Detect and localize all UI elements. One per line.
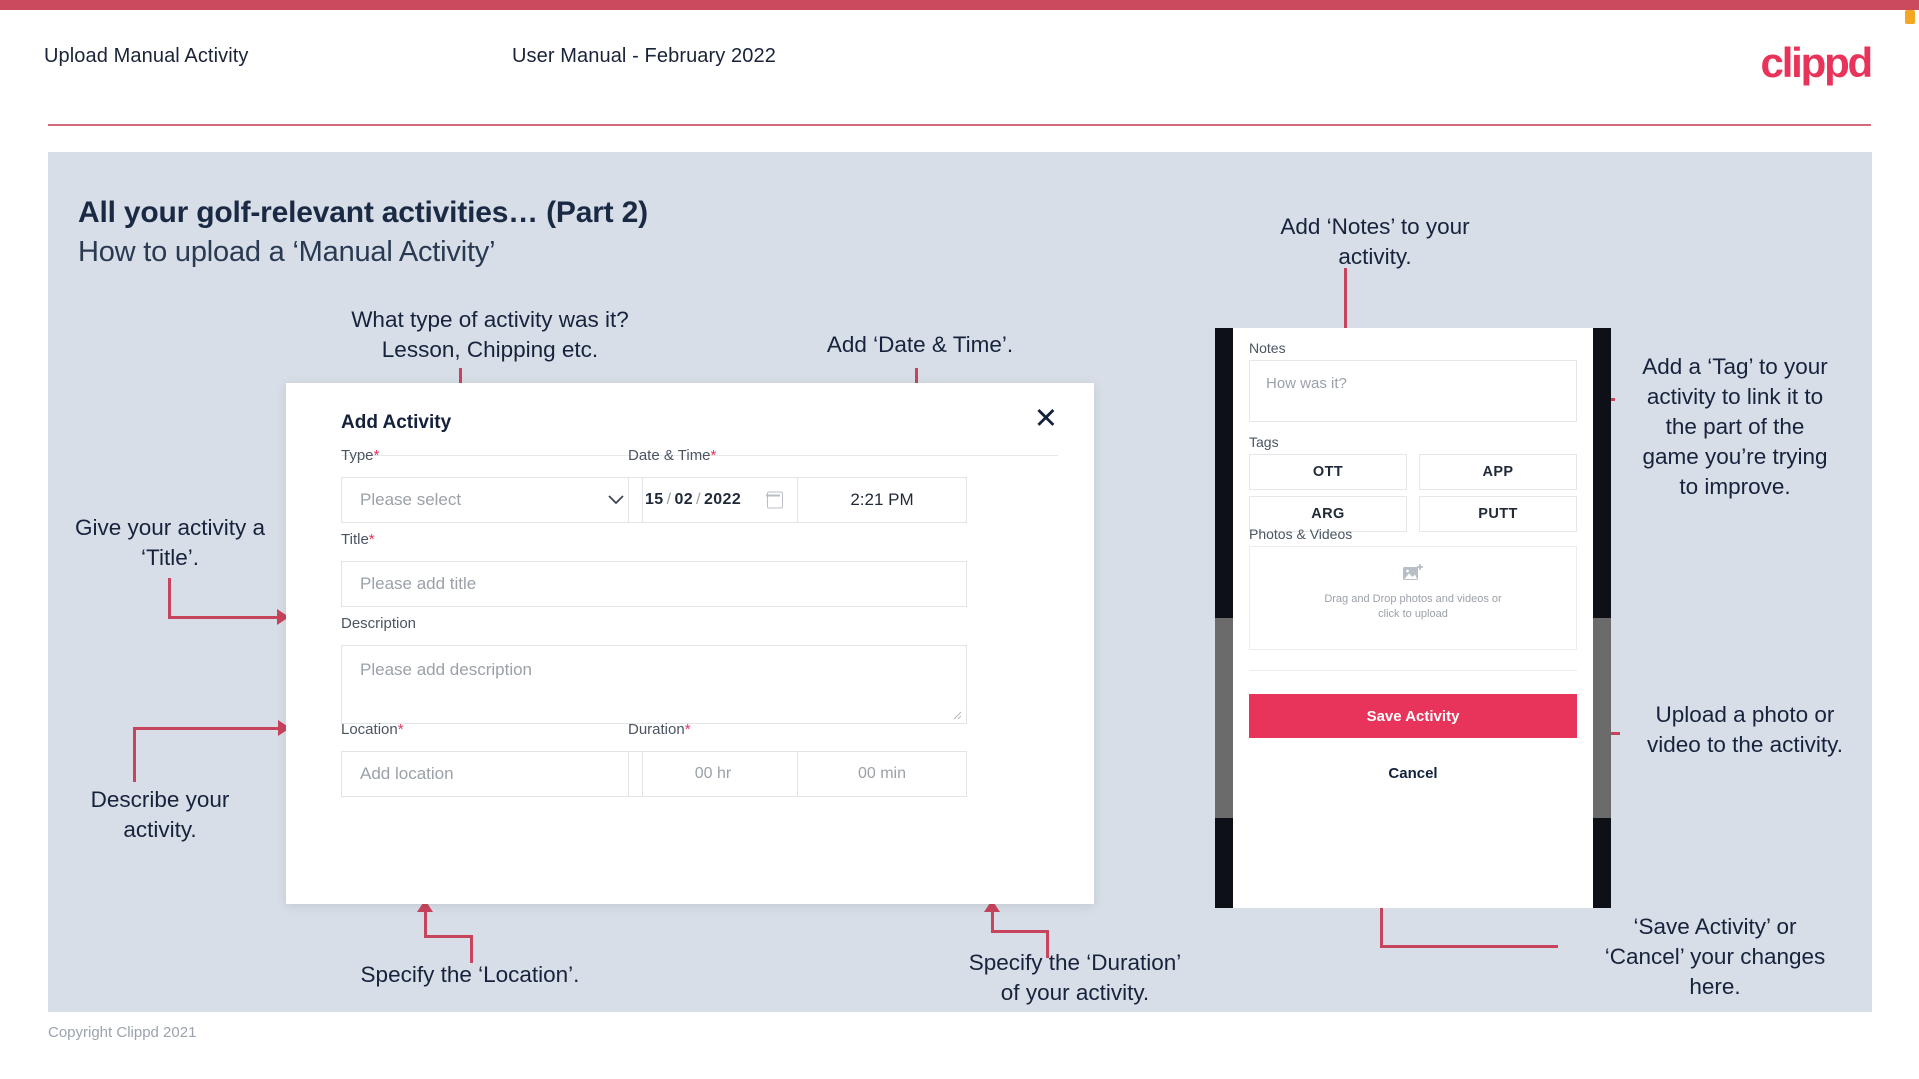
notes-placeholder: How was it? bbox=[1266, 375, 1347, 392]
tag-putt[interactable]: PUTT bbox=[1419, 496, 1577, 532]
add-image-icon bbox=[1403, 564, 1423, 580]
arrow-save-seg1 bbox=[1380, 945, 1558, 948]
title-input[interactable]: Please add title bbox=[341, 561, 967, 607]
annotation-location: Specify the ‘Location’. bbox=[360, 962, 580, 987]
duration-label-text: Duration bbox=[628, 721, 685, 738]
phone-screen: Notes How was it? Tags OTT APP ARG PUTT … bbox=[1233, 328, 1593, 908]
arrow-title-seg2 bbox=[168, 616, 280, 619]
duration-hours-input[interactable]: 00 hr bbox=[628, 751, 798, 797]
annotation-photos: Upload a photo or video to the activity. bbox=[1647, 702, 1843, 757]
annotation-title: Give your activity a ‘Title’. bbox=[74, 515, 266, 570]
footer-copyright: Copyright Clippd 2021 bbox=[48, 1024, 197, 1041]
type-label-text: Type bbox=[341, 447, 374, 464]
top-corner-marker bbox=[1905, 10, 1915, 24]
arrow-dur-seg3 bbox=[991, 910, 994, 932]
annotation-datetime: Add ‘Date & Time’. bbox=[826, 332, 1014, 357]
datetime-label: Date & Time* bbox=[628, 447, 716, 464]
phone-bezel-right-mid bbox=[1593, 618, 1611, 818]
location-placeholder: Add location bbox=[360, 764, 454, 783]
phone-mockup: Notes How was it? Tags OTT APP ARG PUTT … bbox=[1215, 328, 1611, 908]
duration-hours-value: 00 hr bbox=[694, 765, 732, 782]
arrow-desc-seg2 bbox=[133, 727, 281, 730]
type-required: * bbox=[373, 447, 380, 464]
tags-label: Tags bbox=[1249, 434, 1279, 450]
annotation-tags: Add a ‘Tag’ to your activity to link it t… bbox=[1642, 354, 1828, 499]
description-label-text: Description bbox=[341, 615, 417, 632]
time-value: 2:21 PM bbox=[850, 490, 914, 509]
top-accent-bar bbox=[0, 0, 1919, 10]
notes-label: Notes bbox=[1249, 340, 1286, 356]
date-sep-2: / bbox=[696, 491, 701, 508]
dialog-title: Add Activity bbox=[341, 412, 452, 433]
dropzone-line-2: click to upload bbox=[1378, 608, 1448, 620]
arrow-loc-seg3 bbox=[424, 910, 427, 937]
tag-ott[interactable]: OTT bbox=[1249, 454, 1407, 490]
date-month: 02 bbox=[674, 491, 694, 508]
datetime-label-text: Date & Time bbox=[628, 447, 711, 464]
dropzone-line-1: Drag and Drop photos and videos or bbox=[1324, 593, 1502, 605]
save-activity-button[interactable]: Save Activity bbox=[1249, 694, 1577, 738]
clippd-logo: clippd bbox=[1760, 39, 1874, 86]
location-label: Location* bbox=[341, 721, 404, 738]
header-center-title: User Manual - February 2022 bbox=[512, 45, 776, 67]
title-required: * bbox=[368, 531, 375, 548]
duration-required: * bbox=[684, 721, 691, 738]
description-placeholder: Please add description bbox=[360, 660, 533, 679]
duration-label: Duration* bbox=[628, 721, 691, 738]
photos-label: Photos & Videos bbox=[1249, 526, 1353, 542]
annotation-type: What type of activity was it? Lesson, Chi… bbox=[351, 307, 629, 362]
description-textarea[interactable]: Please add description bbox=[341, 645, 967, 724]
arrow-dur-seg1 bbox=[1046, 930, 1049, 958]
datetime-required: * bbox=[710, 447, 717, 464]
header-divider bbox=[48, 124, 1871, 126]
type-label: Type* bbox=[341, 447, 379, 464]
arrow-desc-seg1 bbox=[133, 727, 136, 782]
phone-bezel-right-top bbox=[1593, 328, 1611, 618]
annotation-duration: Specify the ‘Duration’ of your activity. bbox=[968, 950, 1182, 1005]
title-label: Title* bbox=[341, 531, 375, 548]
annotation-notes: Add ‘Notes’ to your activity. bbox=[1280, 214, 1470, 269]
arrow-title-seg1 bbox=[168, 578, 171, 618]
description-label: Description bbox=[341, 615, 416, 632]
photo-dropzone[interactable]: Drag and Drop photos and videos or click… bbox=[1249, 546, 1577, 650]
header-left-title: Upload Manual Activity bbox=[44, 45, 249, 67]
location-required: * bbox=[397, 721, 404, 738]
arrow-loc-seg2 bbox=[424, 935, 473, 938]
phone-bezel-left-top bbox=[1215, 328, 1233, 618]
type-placeholder: Please select bbox=[360, 490, 462, 509]
page-subtitle: How to upload a ‘Manual Activity’ bbox=[78, 236, 496, 268]
duration-minutes-value: 00 min bbox=[857, 765, 907, 782]
date-year: 2022 bbox=[703, 491, 742, 508]
title-placeholder: Please add title bbox=[360, 574, 477, 593]
date-sep-1: / bbox=[666, 491, 672, 508]
annotation-save: ‘Save Activity’ or ‘Cancel’ your changes h… bbox=[1604, 914, 1826, 999]
phone-bezel-left-bottom bbox=[1215, 818, 1233, 908]
date-input[interactable]: 15 / 02 / 2022 bbox=[628, 477, 798, 523]
time-input[interactable]: 2:21 PM bbox=[797, 477, 967, 523]
annotation-description: Describe your activity. bbox=[90, 787, 230, 842]
add-activity-dialog: Add Activity ✕ Type* Please select Date … bbox=[286, 383, 1094, 904]
notes-textarea[interactable]: How was it? bbox=[1249, 360, 1577, 422]
arrow-loc-seg1 bbox=[470, 935, 473, 963]
phone-bezel-left-mid bbox=[1215, 618, 1233, 818]
tag-app[interactable]: APP bbox=[1419, 454, 1577, 490]
resize-handle-icon[interactable] bbox=[951, 709, 962, 720]
arrow-dur-seg2 bbox=[991, 930, 1049, 933]
location-input[interactable]: Add location bbox=[341, 751, 643, 797]
duration-minutes-input[interactable]: 00 min bbox=[797, 751, 967, 797]
close-icon[interactable]: ✕ bbox=[1034, 405, 1058, 434]
page-title: All your golf-relevant activities… (Part… bbox=[78, 196, 648, 229]
date-day: 15 bbox=[645, 491, 664, 508]
title-label-text: Title bbox=[341, 531, 369, 548]
location-label-text: Location bbox=[341, 721, 398, 738]
phone-bezel-right-bottom bbox=[1593, 818, 1611, 908]
calendar-icon[interactable] bbox=[766, 491, 783, 509]
phone-divider bbox=[1249, 670, 1577, 671]
type-select[interactable]: Please select bbox=[341, 477, 643, 523]
chevron-down-icon bbox=[608, 495, 624, 505]
cancel-button[interactable]: Cancel bbox=[1249, 760, 1577, 786]
